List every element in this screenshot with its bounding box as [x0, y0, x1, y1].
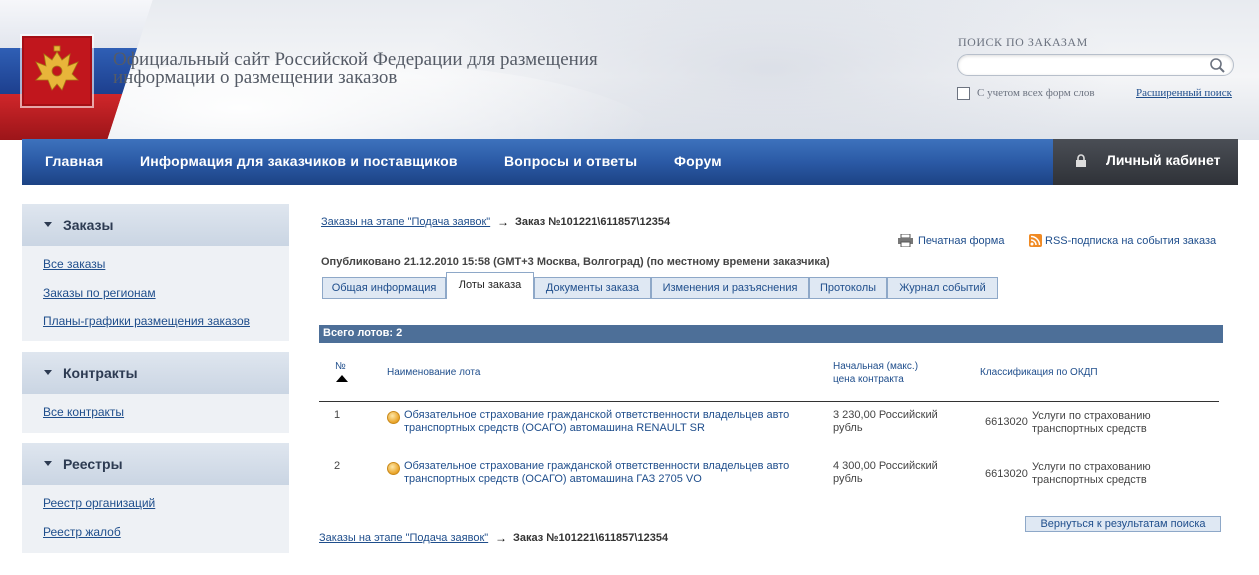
personal-cabinet-button[interactable]: Личный кабинет — [1053, 139, 1238, 185]
coat-of-arms-logo[interactable] — [22, 36, 92, 106]
breadcrumb-current-bottom: Заказ №101221\611857\12354 — [513, 532, 669, 544]
nav-item-faq[interactable]: Вопросы и ответы — [504, 153, 637, 169]
lot-number: 2 — [334, 460, 341, 472]
personal-cabinet-label: Личный кабинет — [1106, 152, 1221, 168]
sidebar-link-organizations-registry[interactable]: Реестр организаций — [43, 496, 155, 510]
search-icon[interactable] — [1209, 57, 1227, 73]
breadcrumb-arrow-bottom: → — [495, 531, 507, 545]
sort-ascending-icon[interactable] — [336, 375, 348, 382]
lot-price-line2: рубль — [833, 422, 863, 434]
okdp-code: 6613020 — [985, 416, 1028, 428]
search-input[interactable] — [968, 57, 1208, 73]
tab-general-info[interactable]: Общая информация — [322, 277, 446, 299]
lot-price-line2: рубль — [833, 473, 863, 485]
lot-name-line1: Обязательное страхование гражданской отв… — [404, 460, 790, 472]
nav-item-info[interactable]: Информация для заказчиков и поставщиков — [140, 153, 458, 169]
lot-price: 3 230,00 Российский рубль — [833, 409, 938, 435]
okdp-description-line2: транспортных средств — [1032, 474, 1147, 486]
okdp-description: Услуги по страхованию транспортных средс… — [1032, 410, 1151, 436]
main-nav: Главная Информация для заказчиков и пост… — [22, 139, 1238, 185]
lot-price: 4 300,00 Российский рубль — [833, 460, 938, 486]
rss-icon[interactable] — [1029, 234, 1042, 247]
lock-icon — [1075, 154, 1087, 168]
okdp-description: Услуги по страхованию транспортных средс… — [1032, 461, 1151, 487]
sidebar-registries-panel: Реестры Реестр организаций Реестр жалоб — [22, 443, 289, 553]
collapse-triangle-icon — [44, 222, 52, 227]
sidebar-contracts-header[interactable]: Контракты — [22, 352, 289, 394]
collapse-triangle-icon — [44, 370, 52, 375]
site-header: Официальный сайт Российской Федерации дл… — [0, 0, 1259, 140]
lot-name-line1: Обязательное страхование гражданской отв… — [404, 409, 790, 421]
table-header-divider — [319, 401, 1219, 402]
lot-status-icon — [387, 411, 400, 424]
print-form-link[interactable]: Печатная форма — [918, 235, 1004, 247]
sidebar-link-all-contracts[interactable]: Все контракты — [43, 405, 124, 419]
sidebar-orders-title: Заказы — [63, 217, 114, 233]
sidebar-link-orders-by-region[interactable]: Заказы по регионам — [43, 286, 156, 300]
okdp-description-line1: Услуги по страхованию — [1032, 410, 1151, 422]
tab-order-documents[interactable]: Документы заказа — [534, 277, 651, 299]
lots-total-label: Всего лотов: 2 — [323, 327, 403, 339]
breadcrumb-current: Заказ №101221\611857\12354 — [515, 216, 671, 228]
collapse-triangle-icon — [44, 461, 52, 466]
tab-order-lots[interactable]: Лоты заказа — [446, 272, 534, 299]
sidebar-contracts-panel: Контракты Все контракты — [22, 352, 289, 433]
lot-price-line1: 3 230,00 Российский — [833, 409, 938, 421]
sidebar-orders-header[interactable]: Заказы — [22, 204, 289, 246]
lot-name-line2: транспортных средств (ОСАГО) автомашина … — [404, 473, 702, 485]
site-title-line2: информации о размещении заказов — [113, 67, 398, 88]
back-to-results-button[interactable]: Вернуться к результатам поиска — [1025, 516, 1221, 532]
sidebar-orders-panel: Заказы Все заказы Заказы по регионам Пла… — [22, 204, 289, 341]
lot-name-line2: транспортных средств (ОСАГО) автомашина … — [404, 422, 705, 434]
column-header-price-line1: Начальная (макс.) — [833, 361, 919, 372]
sidebar-registries-header[interactable]: Реестры — [22, 443, 289, 485]
okdp-description-line1: Услуги по страхованию — [1032, 461, 1151, 473]
all-word-forms-label: С учетом всех форм слов — [977, 87, 1095, 99]
published-info: Опубликовано 21.12.2010 15:58 (GMT+3 Мос… — [321, 256, 830, 268]
sidebar-link-complaints-registry[interactable]: Реестр жалоб — [43, 525, 121, 539]
nav-item-forum[interactable]: Форум — [674, 153, 722, 169]
column-header-price-line2: цена контракта — [833, 374, 904, 385]
column-header-number[interactable]: № — [335, 360, 346, 373]
column-header-lot-name[interactable]: Наименование лота — [387, 366, 480, 379]
lot-status-icon — [387, 462, 400, 475]
lot-name-link[interactable]: Обязательное страхование гражданской отв… — [404, 409, 789, 435]
tab-changes[interactable]: Изменения и разъяснения — [651, 277, 809, 299]
tab-protocols[interactable]: Протоколы — [809, 277, 887, 299]
breadcrumb-arrow: → — [497, 215, 509, 229]
rss-subscription-link[interactable]: RSS-подписка на события заказа — [1045, 235, 1216, 247]
column-header-okdp[interactable]: Классификация по ОКДП — [980, 366, 1098, 379]
site-title: Официальный сайт Российской Федерации дл… — [113, 50, 673, 88]
all-word-forms-checkbox[interactable] — [957, 87, 970, 100]
printer-icon[interactable] — [898, 233, 913, 248]
nav-item-home[interactable]: Главная — [45, 153, 103, 169]
column-header-price[interactable]: Начальная (макс.) цена контракта — [833, 360, 918, 386]
lot-price-line1: 4 300,00 Российский — [833, 460, 938, 472]
okdp-description-line2: транспортных средств — [1032, 423, 1147, 435]
sidebar-link-order-plans[interactable]: Планы-графики размещения заказов — [43, 314, 250, 328]
breadcrumb-parent-link[interactable]: Заказы на этапе "Подача заявок" — [321, 216, 490, 228]
sidebar-registries-title: Реестры — [63, 456, 123, 472]
sidebar-link-all-orders[interactable]: Все заказы — [43, 257, 105, 271]
lots-total-bar: Всего лотов: 2 — [319, 325, 1223, 343]
tab-event-log[interactable]: Журнал событий — [887, 277, 998, 299]
lot-name-link[interactable]: Обязательное страхование гражданской отв… — [404, 460, 789, 486]
search-label: ПОИСК ПО ЗАКАЗАМ — [958, 35, 1088, 49]
search-box[interactable] — [957, 54, 1234, 76]
advanced-search-link[interactable]: Расширенный поиск — [1136, 87, 1232, 99]
okdp-code: 6613020 — [985, 468, 1028, 480]
sidebar-contracts-title: Контракты — [63, 365, 138, 381]
lot-number: 1 — [334, 409, 341, 421]
breadcrumb-parent-link-bottom[interactable]: Заказы на этапе "Подача заявок" — [319, 532, 488, 544]
